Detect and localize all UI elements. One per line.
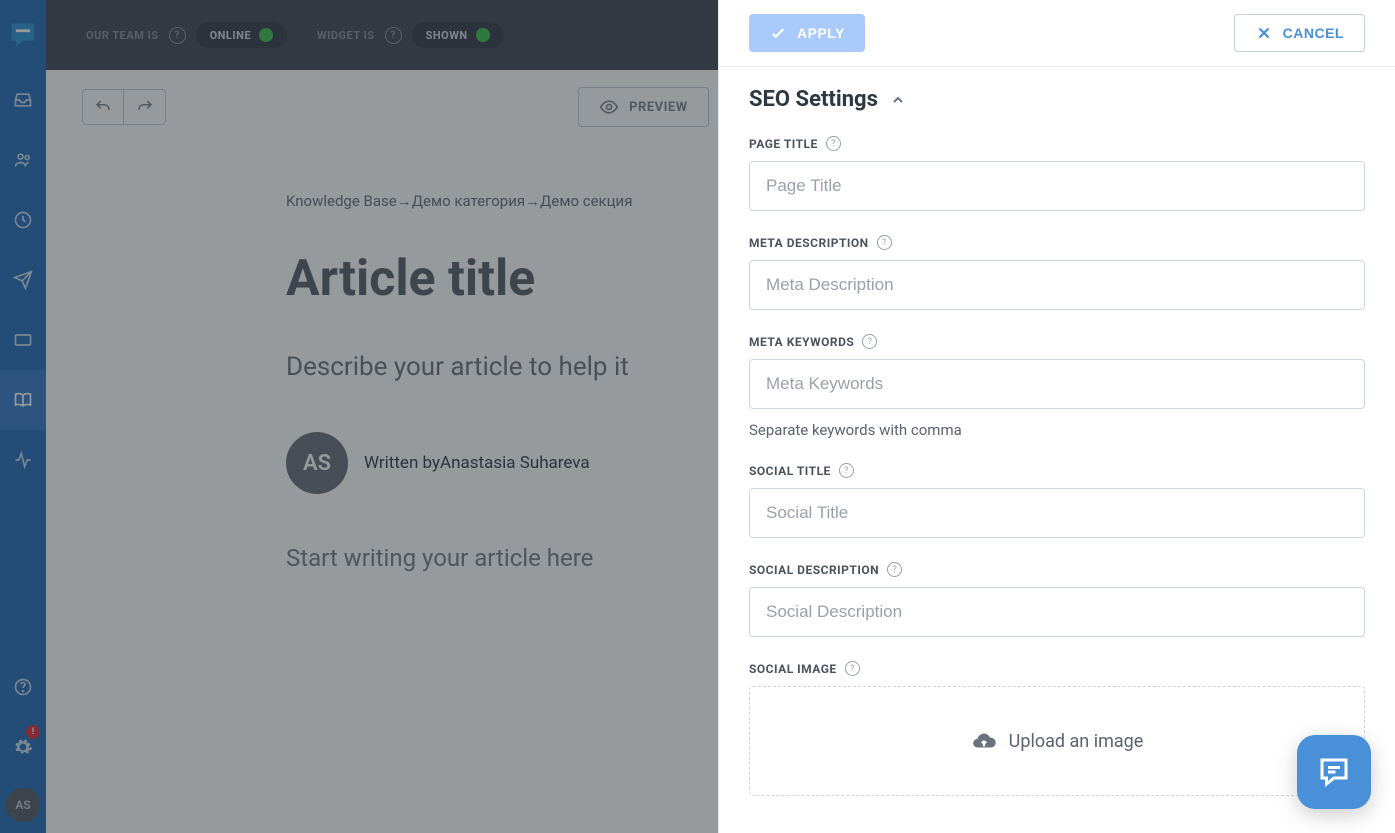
sidebar-item-knowledge-base[interactable]: [0, 370, 46, 430]
widget-status-group: WIDGET IS ? SHOWN: [317, 22, 504, 48]
redo-button[interactable]: [124, 89, 166, 125]
cancel-button[interactable]: CANCEL: [1234, 14, 1365, 52]
sidebar-item-history[interactable]: [0, 190, 46, 250]
widget-status-label: WIDGET IS: [317, 29, 375, 42]
team-status-label: OUR TEAM IS: [86, 29, 159, 42]
sidebar-item-people[interactable]: [0, 130, 46, 190]
sidebar-item-widget[interactable]: [0, 310, 46, 370]
meta-description-label: META DESCRIPTION: [749, 236, 869, 250]
sidebar-item-activity[interactable]: [0, 430, 46, 490]
app-logo[interactable]: [0, 0, 46, 70]
settings-panel: APPLY CANCEL SEO Settings PAGE TITLE? ME…: [718, 0, 1395, 833]
crumb[interactable]: Демо секция: [540, 192, 632, 210]
sidebar-item-help[interactable]: [0, 657, 46, 717]
help-icon[interactable]: ?: [877, 235, 892, 250]
preview-button[interactable]: PREVIEW: [578, 87, 709, 127]
social-image-dropzone[interactable]: Upload an image: [749, 686, 1365, 796]
help-icon[interactable]: ?: [169, 27, 186, 44]
chat-icon: [1316, 754, 1352, 790]
widget-status-pill[interactable]: SHOWN: [412, 22, 504, 48]
status-dot-icon: [259, 28, 273, 42]
social-title-input[interactable]: [749, 488, 1365, 538]
help-icon[interactable]: ?: [839, 463, 854, 478]
eye-icon: [599, 97, 619, 117]
author-line: Written byAnastasia Suhareva: [364, 453, 590, 473]
close-icon: [1255, 24, 1273, 42]
status-dot-icon: [476, 28, 490, 42]
team-status-group: OUR TEAM IS ? ONLINE: [86, 22, 287, 48]
sidebar-current-user[interactable]: AS: [0, 777, 46, 833]
sidebar-item-inbox[interactable]: [0, 70, 46, 130]
left-sidebar: ! AS: [0, 0, 46, 833]
seo-section-toggle[interactable]: SEO Settings: [749, 87, 1365, 112]
team-status-pill[interactable]: ONLINE: [196, 22, 287, 48]
sidebar-item-send[interactable]: [0, 250, 46, 310]
page-title-input[interactable]: [749, 161, 1365, 211]
social-title-label: SOCIAL TITLE: [749, 464, 831, 478]
help-icon[interactable]: ?: [845, 661, 860, 676]
meta-keywords-label: META KEYWORDS: [749, 335, 854, 349]
panel-body: SEO Settings PAGE TITLE? META DESCRIPTIO…: [719, 67, 1395, 833]
undo-button[interactable]: [82, 89, 124, 125]
user-avatar-mini: AS: [6, 788, 40, 822]
apply-button[interactable]: APPLY: [749, 14, 865, 52]
help-icon[interactable]: ?: [887, 562, 902, 577]
social-image-label: SOCIAL IMAGE: [749, 662, 837, 676]
panel-header: APPLY CANCEL: [719, 0, 1395, 67]
crumb[interactable]: Демо категория: [412, 192, 525, 210]
help-icon[interactable]: ?: [385, 27, 402, 44]
crumb[interactable]: Knowledge Base: [286, 192, 397, 210]
social-description-label: SOCIAL DESCRIPTION: [749, 563, 879, 577]
cloud-upload-icon: [971, 728, 997, 754]
check-icon: [769, 24, 787, 42]
sidebar-item-settings[interactable]: !: [0, 717, 46, 777]
meta-keywords-input[interactable]: [749, 359, 1365, 409]
page-title-label: PAGE TITLE: [749, 137, 818, 151]
help-icon[interactable]: ?: [862, 334, 877, 349]
alert-badge: !: [26, 725, 40, 739]
social-description-input[interactable]: [749, 587, 1365, 637]
chevron-up-icon: [890, 92, 906, 108]
meta-description-input[interactable]: [749, 260, 1365, 310]
chat-widget-button[interactable]: [1297, 735, 1371, 809]
meta-keywords-hint: Separate keywords with comma: [749, 421, 1365, 439]
help-icon[interactable]: ?: [826, 136, 841, 151]
author-avatar: AS: [286, 432, 348, 494]
